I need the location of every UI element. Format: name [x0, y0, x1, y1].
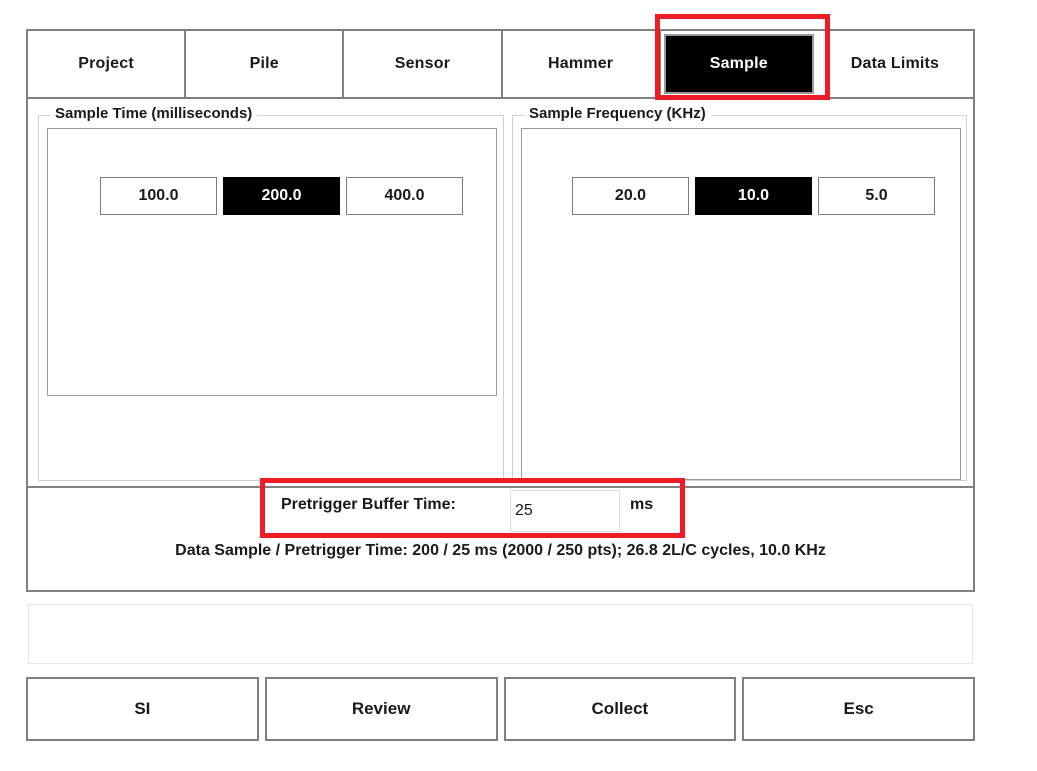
tab-label: Project — [78, 55, 134, 73]
tab-sample[interactable]: Sample — [661, 31, 817, 97]
sample-frequency-option-label: 5.0 — [865, 187, 887, 205]
sample-frequency-option-5[interactable]: 5.0 — [818, 177, 935, 215]
sample-time-inner-box: 100.0 200.0 400.0 — [47, 128, 497, 396]
sample-time-options: 100.0 200.0 400.0 — [100, 177, 463, 215]
tab-label: Sensor — [395, 55, 450, 73]
sample-frequency-option-label: 10.0 — [738, 187, 769, 205]
tab-label: Pile — [250, 55, 279, 73]
action-button-row: SI Review Collect Esc — [26, 677, 975, 741]
si-button-label: SI — [134, 699, 150, 719]
esc-button[interactable]: Esc — [742, 677, 975, 741]
tab-label: Data Limits — [851, 55, 939, 73]
tab-pile[interactable]: Pile — [186, 31, 344, 97]
collect-button[interactable]: Collect — [504, 677, 737, 741]
sample-frequency-option-10[interactable]: 10.0 — [695, 177, 812, 215]
sample-time-option-100[interactable]: 100.0 — [100, 177, 217, 215]
tab-project[interactable]: Project — [28, 31, 186, 97]
tab-bar: Project Pile Sensor Hammer Sample Data L… — [26, 29, 975, 99]
sample-time-option-200[interactable]: 200.0 — [223, 177, 340, 215]
sample-frequency-legend: Sample Frequency (KHz) — [524, 105, 711, 122]
sample-time-option-label: 200.0 — [261, 187, 301, 205]
sample-frequency-inner-box: 20.0 10.0 5.0 — [521, 128, 961, 480]
tab-label: Hammer — [548, 55, 613, 73]
tab-sensor[interactable]: Sensor — [344, 31, 502, 97]
sample-time-option-label: 100.0 — [138, 187, 178, 205]
tab-label: Sample — [710, 55, 768, 73]
pretrigger-strip: Pretrigger Buffer Time: ms Data Sample /… — [28, 486, 973, 590]
pretrigger-buffer-time-label: Pretrigger Buffer Time: — [281, 496, 456, 514]
tab-hammer[interactable]: Hammer — [503, 31, 661, 97]
sample-settings-panel: Sample Time (milliseconds) 100.0 200.0 4… — [26, 99, 975, 592]
sample-frequency-option-20[interactable]: 20.0 — [572, 177, 689, 215]
sample-time-group: Sample Time (milliseconds) 100.0 200.0 4… — [38, 115, 504, 481]
si-button[interactable]: SI — [26, 677, 259, 741]
esc-button-label: Esc — [844, 699, 874, 719]
sample-time-legend: Sample Time (milliseconds) — [50, 105, 257, 122]
pretrigger-units-label: ms — [630, 496, 653, 514]
review-button-label: Review — [352, 699, 411, 719]
sample-time-option-400[interactable]: 400.0 — [346, 177, 463, 215]
sample-time-option-label: 400.0 — [384, 187, 424, 205]
sample-frequency-option-label: 20.0 — [615, 187, 646, 205]
collect-button-label: Collect — [592, 699, 649, 719]
data-sample-summary: Data Sample / Pretrigger Time: 200 / 25 … — [28, 542, 973, 560]
review-button[interactable]: Review — [265, 677, 498, 741]
sample-frequency-options: 20.0 10.0 5.0 — [572, 177, 935, 215]
sample-frequency-group: Sample Frequency (KHz) 20.0 10.0 5.0 — [512, 115, 967, 481]
status-bar — [28, 604, 973, 664]
pretrigger-buffer-time-input[interactable] — [510, 490, 620, 532]
tab-data-limits[interactable]: Data Limits — [817, 31, 973, 97]
app-window: Project Pile Sensor Hammer Sample Data L… — [0, 0, 1037, 771]
